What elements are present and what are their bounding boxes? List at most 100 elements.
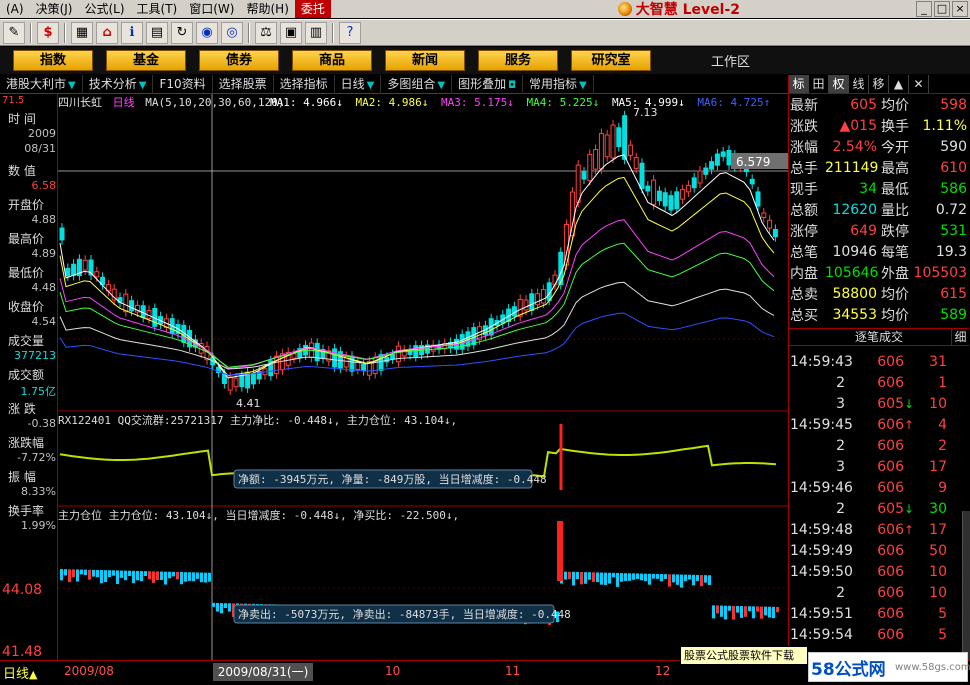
dropdown-icon[interactable]: ▼: [437, 80, 445, 91]
subbar-overlay[interactable]: 图形叠加 ◘: [452, 74, 524, 94]
info-label: 最高价: [8, 232, 45, 246]
dropdown-icon[interactable]: ▼: [579, 80, 587, 91]
menu-a[interactable]: (A): [0, 0, 30, 18]
grid-icon[interactable]: ▤: [146, 21, 168, 44]
info-value: 1.75亿: [20, 385, 57, 398]
indicator2-bar: [608, 572, 611, 584]
home-icon[interactable]: ⌂: [96, 21, 118, 44]
window-icon[interactable]: ▣: [280, 21, 302, 44]
minimize-icon[interactable]: _: [916, 1, 932, 17]
subbar-common-indicator[interactable]: 常用指标 ▼: [523, 74, 594, 94]
axis-y-top-label: 71.5: [2, 95, 25, 106]
tab-grid[interactable]: 田: [809, 75, 829, 93]
bars-icon[interactable]: ▥: [305, 21, 327, 44]
watermark-url: www.58gs.com: [895, 662, 970, 673]
menu-trade[interactable]: 委托: [294, 0, 331, 18]
candle-body: [633, 157, 639, 169]
indicator2-bar: [728, 605, 731, 611]
indicator2-bar: [600, 572, 603, 585]
subbar-select-indicator[interactable]: 选择指标: [274, 74, 335, 94]
indicator2-bar: [188, 572, 191, 581]
quote-row: 涨停 649 跌停 531: [789, 220, 970, 241]
tab-standard[interactable]: 标: [789, 75, 809, 93]
ma-header: MA(5,10,20,30,60,120): [145, 96, 284, 109]
indicator2-bar: [720, 605, 723, 617]
indicator2-bar: [80, 569, 83, 575]
info-icon[interactable]: ℹ: [121, 21, 143, 44]
candle-body: [749, 178, 755, 185]
subbar-label: 多图组合: [387, 76, 436, 91]
tab-collapse-icon[interactable]: ▲: [889, 75, 909, 93]
menu-decision[interactable]: 决策(J): [30, 0, 79, 18]
indicator2-bar: [64, 569, 67, 576]
info-turnover: 换手率 1.99%: [0, 502, 58, 532]
close-icon[interactable]: ×: [952, 1, 968, 17]
ma3-value: MA3: 5.175↓: [441, 96, 514, 109]
tab-move[interactable]: 移: [869, 75, 889, 93]
menu-window[interactable]: 窗口(W): [183, 0, 240, 18]
nav-news-button[interactable]: 新闻: [385, 50, 465, 71]
indicator2-header: 主力仓位 主力仓位: 43.104↓, 当日增减度: -0.448↓, 净买比:…: [58, 508, 459, 522]
quote-value: 531: [940, 222, 967, 239]
dropdown-icon[interactable]: ▼: [68, 80, 76, 91]
nav-research-button[interactable]: 研究室: [571, 50, 651, 71]
restore-icon[interactable]: □: [934, 1, 950, 17]
pencil-icon[interactable]: ✎: [3, 21, 25, 44]
deal-row: 2 605 ↓ 30: [789, 498, 969, 519]
candle-body: [645, 185, 651, 192]
quote-board-icon[interactable]: ▦: [71, 21, 93, 44]
quote-row: 最新 605 均价 598: [789, 94, 970, 115]
menu-help[interactable]: 帮助(H): [240, 0, 294, 18]
menu-formula[interactable]: 公式(L): [78, 0, 130, 18]
quote-value: 19.3: [935, 243, 967, 260]
dollar-icon[interactable]: $: [37, 21, 59, 44]
scale-icon[interactable]: ⚖: [255, 21, 277, 44]
nav-commodity-button[interactable]: 商品: [292, 50, 372, 71]
refresh-icon[interactable]: ↻: [171, 21, 193, 44]
subbar-tech-analysis[interactable]: 技术分析 ▼: [83, 74, 154, 94]
globe-icon[interactable]: ◉: [196, 21, 218, 44]
nav-service-button[interactable]: 服务: [478, 50, 558, 71]
lock-icon[interactable]: ◘: [508, 80, 516, 91]
quote-panel: 标 田 权 线 移 ▲ ✕ 最新 605 均价 598 涨跌 ▲015 换手 1.11% 涨幅 2…: [788, 75, 970, 661]
nav-index-button[interactable]: 指数: [13, 50, 93, 71]
deal-price: 606: [877, 584, 904, 601]
kline-chart[interactable]: 四川长虹 日线 MA(5,10,20,30,60,120) MA1: 4.966…: [58, 94, 788, 660]
dropdown-icon[interactable]: ▼: [139, 80, 147, 91]
menu-tools[interactable]: 工具(T): [131, 0, 184, 18]
deal-time: 14:59:54: [790, 626, 853, 643]
tab-line[interactable]: 线: [849, 75, 869, 93]
tab-close-icon[interactable]: ✕: [909, 75, 929, 93]
period-button[interactable]: 日线▲: [3, 663, 37, 682]
candle-body: [651, 179, 657, 206]
indicator2-bar: [652, 573, 655, 579]
subbar-select-stock[interactable]: 选择股票: [213, 74, 274, 94]
info-value-row: 数 值 6.58: [0, 162, 58, 192]
candle-body: [703, 167, 709, 175]
subbar-daily[interactable]: 日线 ▼: [335, 74, 382, 94]
indicator2-bar: [656, 573, 659, 579]
tab-rights[interactable]: 权: [829, 75, 849, 93]
subbar-hk-market[interactable]: 港股大利市 ▼: [0, 74, 83, 94]
dropdown-icon[interactable]: ▼: [367, 80, 375, 91]
deal-scrollbar[interactable]: [962, 511, 970, 661]
nav-bond-button[interactable]: 债券: [199, 50, 279, 71]
help-pointer-icon[interactable]: ?: [339, 21, 361, 44]
indicator2-bar: [568, 571, 571, 579]
indicator1-header: RX122401 QQ交流群:25721317 主力净比: -0.448↓, 主…: [58, 413, 457, 427]
workzone-label[interactable]: 工作区: [711, 51, 750, 70]
indicator2-bar: [156, 571, 159, 580]
promo-banner[interactable]: 股票公式股票软件下载: [680, 646, 808, 665]
indicator2-bar: [160, 571, 163, 580]
indicator2-bar: [120, 570, 123, 578]
quote-key: 每笔: [881, 244, 909, 261]
subbar-f10[interactable]: F10资料: [153, 74, 213, 94]
deal-detail-button[interactable]: 细: [951, 329, 969, 345]
candle-body: [761, 212, 767, 218]
subbar-multi-chart[interactable]: 多图组合 ▼: [381, 74, 453, 94]
candle-body: [94, 271, 100, 278]
lens-icon[interactable]: ◎: [221, 21, 243, 44]
nav-fund-button[interactable]: 基金: [106, 50, 186, 71]
quote-row: 总手 211149 最高 610: [789, 157, 970, 178]
brand-logo-icon: [617, 2, 632, 16]
